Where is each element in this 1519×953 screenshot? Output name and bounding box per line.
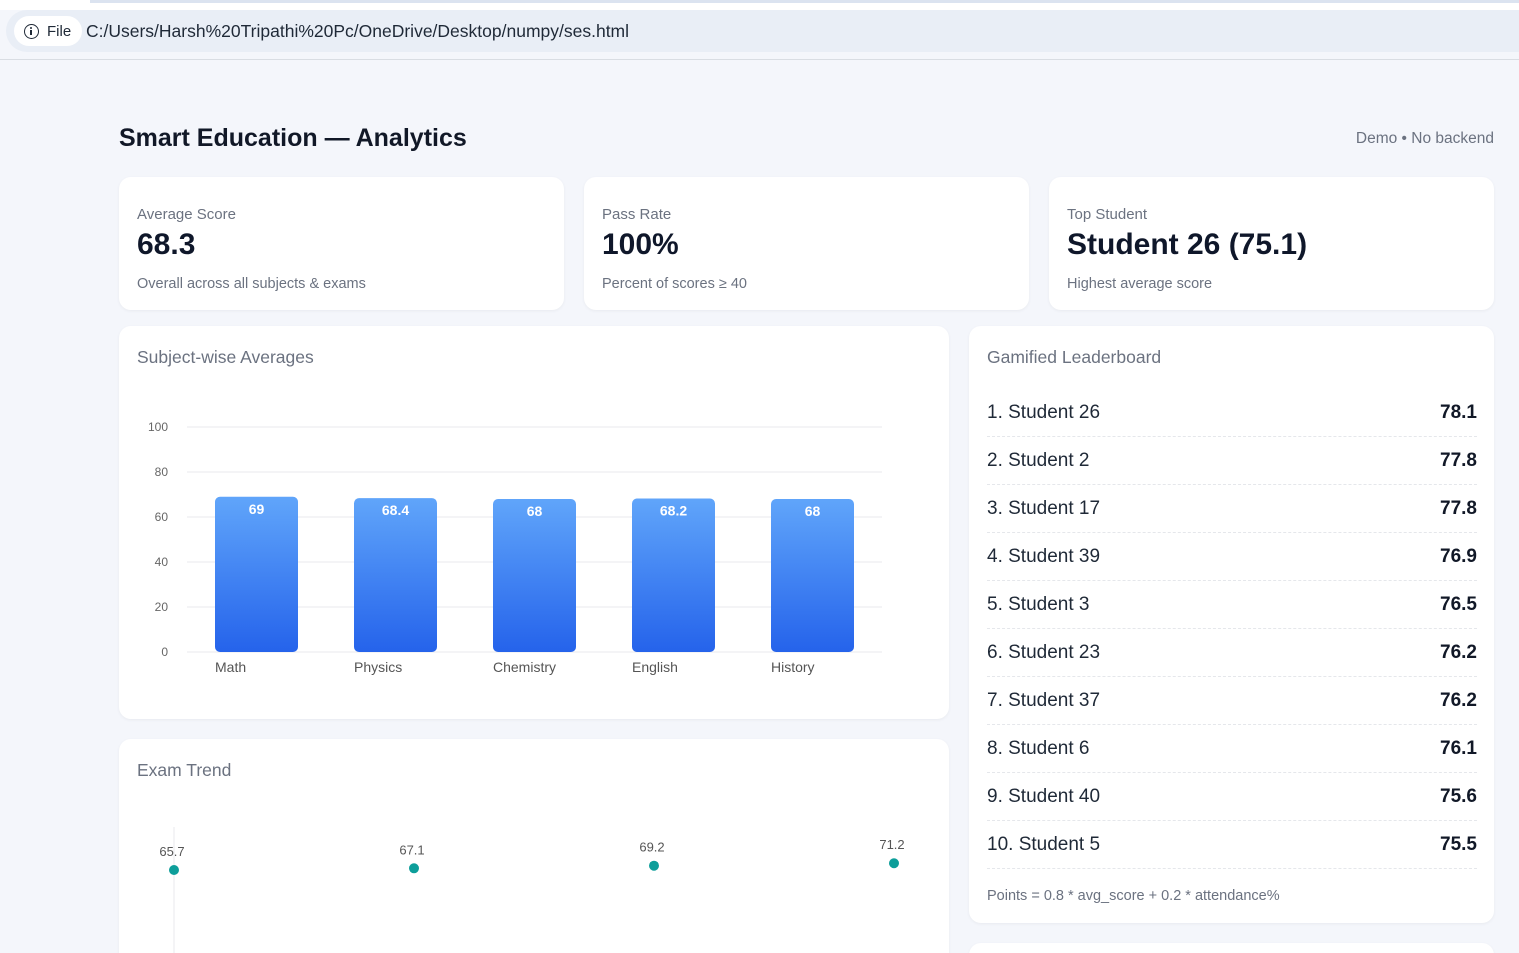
url-text[interactable]: C:/Users/Harsh%20Tripathi%20Pc/OneDrive/… xyxy=(86,21,629,42)
leaderboard-student-name: 8. Student 6 xyxy=(987,737,1090,759)
bar xyxy=(215,496,298,652)
bar-value-label: 68 xyxy=(805,503,821,519)
card-title: Gamified Leaderboard xyxy=(987,347,1162,367)
leaderboard-score: 77.8 xyxy=(1440,449,1477,471)
page-meta: Demo • No backend xyxy=(1355,130,1494,147)
kpi-label: Top Student xyxy=(1067,206,1148,223)
kpi-card-average-score: Average Score 68.3 Overall across all su… xyxy=(119,177,564,310)
kpi-subtext: Highest average score xyxy=(1067,276,1213,292)
leaderboard-row: 7. Student 37 76.2 xyxy=(987,677,1477,725)
y-tick-label: 20 xyxy=(155,600,169,614)
x-category-label: History xyxy=(771,659,815,675)
y-tick-label: 80 xyxy=(155,465,169,479)
x-category-label: English xyxy=(632,659,678,675)
leaderboard-row: 5. Student 3 76.5 xyxy=(987,581,1477,629)
trend-value-label: 65.7 xyxy=(159,844,184,859)
leaderboard-row: 10. Student 5 75.5 xyxy=(987,821,1477,869)
trend-point xyxy=(169,865,179,875)
site-info-chip[interactable]: File xyxy=(14,16,82,46)
bar xyxy=(632,498,715,652)
leaderboard-row: 1. Student 26 78.1 xyxy=(987,389,1477,437)
leaderboard-score: 76.5 xyxy=(1440,593,1477,615)
leaderboard-student-name: 4. Student 39 xyxy=(987,545,1101,567)
x-category-label: Chemistry xyxy=(493,659,556,675)
leaderboard-student-name: 3. Student 17 xyxy=(987,497,1101,519)
bar xyxy=(493,499,576,652)
leaderboard-score: 75.6 xyxy=(1440,785,1477,807)
leaderboard-score: 77.8 xyxy=(1440,497,1477,519)
bar-value-label: 68 xyxy=(527,503,543,519)
y-tick-label: 40 xyxy=(155,555,169,569)
leaderboard-student-name: 5. Student 3 xyxy=(987,593,1090,615)
y-tick-label: 100 xyxy=(148,420,168,434)
bar-value-label: 68.2 xyxy=(660,503,687,519)
address-bar[interactable]: File C:/Users/Harsh%20Tripathi%20Pc/OneD… xyxy=(6,10,1519,52)
info-icon xyxy=(24,23,39,39)
leaderboard-row: 8. Student 6 76.1 xyxy=(987,725,1477,773)
leaderboard-student-name: 9. Student 40 xyxy=(987,785,1101,807)
kpi-value: 100% xyxy=(602,228,679,261)
browser-top-strip xyxy=(0,0,1519,10)
leaderboard-student-name: 7. Student 37 xyxy=(987,689,1101,711)
subject-bar-chart: 0 20 40 60 80 100 69 Math 68.4 Physics 68 Chemistry… xyxy=(148,420,882,675)
kpi-subtext: Overall across all subjects & exams xyxy=(137,276,366,292)
leaderboard-student-name: 6. Student 23 xyxy=(987,641,1101,663)
page-title: Smart Education — Analytics xyxy=(119,124,467,152)
file-label: File xyxy=(47,22,72,40)
leaderboard-row: 6. Student 23 76.2 xyxy=(987,629,1477,677)
exam-trend-chart: 65.7 67.1 69.2 71.2 xyxy=(159,827,905,953)
bar-value-label: 69 xyxy=(249,501,265,517)
kpi-subtext: Percent of scores ≥ 40 xyxy=(602,276,747,292)
kpi-card-top-student: Top Student Student 26 (75.1) Highest av… xyxy=(1049,177,1494,310)
leaderboard-score: 76.1 xyxy=(1440,737,1477,759)
kpi-card-pass-rate: Pass Rate 100% Percent of scores ≥ 40 xyxy=(584,177,1029,310)
tab-strip-edge xyxy=(90,0,1519,3)
x-category-label: Physics xyxy=(354,659,402,675)
next-card xyxy=(969,943,1494,953)
kpi-label: Average Score xyxy=(137,206,236,223)
leaderboard-student-name: 1. Student 26 xyxy=(987,401,1101,423)
bar xyxy=(354,498,437,652)
trend-value-label: 67.1 xyxy=(399,842,424,857)
leaderboard-student-name: 10. Student 5 xyxy=(987,833,1101,855)
kpi-label: Pass Rate xyxy=(602,206,672,223)
y-tick-label: 0 xyxy=(161,645,168,659)
leaderboard-score: 78.1 xyxy=(1440,401,1477,423)
trend-point xyxy=(649,860,659,871)
x-category-label: Math xyxy=(215,659,246,675)
leaderboard-student-name: 2. Student 2 xyxy=(987,449,1090,471)
leaderboard-score: 75.5 xyxy=(1440,833,1477,855)
leaderboard-row: 9. Student 40 75.6 xyxy=(987,773,1477,821)
kpi-value: Student 26 (75.1) xyxy=(1067,228,1308,261)
leaderboard-note: Points = 0.8 * avg_score + 0.2 * attenda… xyxy=(987,888,1280,904)
bar xyxy=(771,499,854,652)
bar-value-label: 68.4 xyxy=(382,502,409,518)
leaderboard-row: 3. Student 17 77.8 xyxy=(987,485,1477,533)
leaderboard-list: 1. Student 26 78.1 2. Student 2 77.8 3. Stud… xyxy=(987,389,1477,869)
trend-point xyxy=(889,858,899,869)
kpi-value: 68.3 xyxy=(137,228,196,261)
leaderboard-row: 2. Student 2 77.8 xyxy=(987,437,1477,485)
leaderboard-card: Gamified Leaderboard 1. Student 26 78.1 2.… xyxy=(969,326,1494,923)
exam-trend-card: Exam Trend 65.7 67.1 69.2 71.2 xyxy=(119,739,949,953)
trend-value-label: 69.2 xyxy=(639,840,664,855)
leaderboard-score: 76.9 xyxy=(1440,545,1477,567)
leaderboard-score: 76.2 xyxy=(1440,689,1477,711)
subject-averages-card: Subject-wise Averages 0 20 40 60 80 100 69 Math… xyxy=(119,326,949,719)
leaderboard-row: 4. Student 39 76.9 xyxy=(987,533,1477,581)
leaderboard-score: 76.2 xyxy=(1440,641,1477,663)
y-tick-label: 60 xyxy=(155,510,169,524)
trend-point xyxy=(409,863,419,874)
trend-value-label: 71.2 xyxy=(879,837,904,852)
